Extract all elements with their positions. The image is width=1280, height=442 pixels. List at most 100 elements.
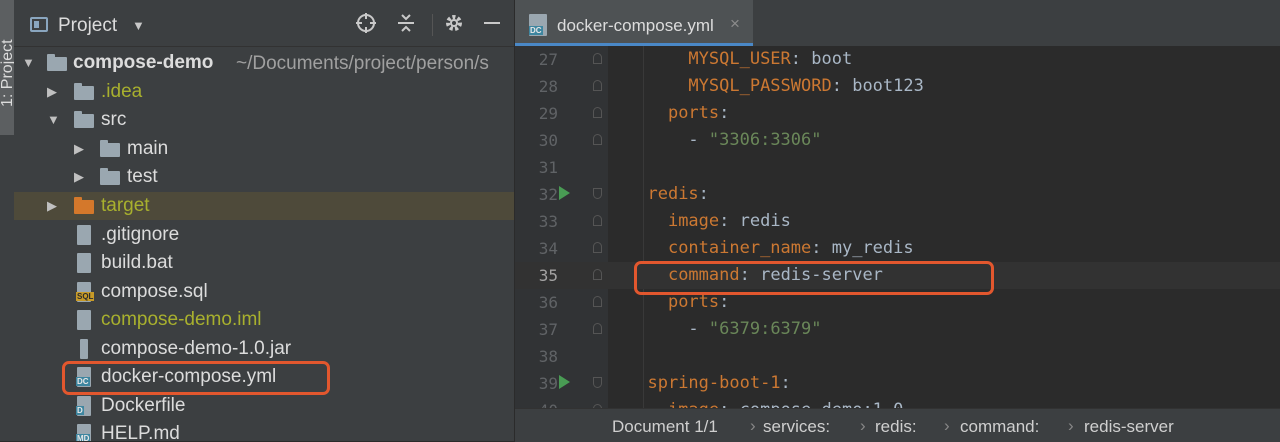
tree-item-compose-sql[interactable]: SQL compose.sql — [14, 278, 514, 306]
code-line[interactable]: 28 MYSQL_PASSWORD: boot123 — [515, 73, 1280, 100]
project-panel: Project ▼ ▼ compose-demo ~/Documents/pro… — [14, 0, 514, 441]
editor-tab-bar: DC docker-compose.yml × — [515, 0, 1280, 47]
collapse-all-icon[interactable] — [394, 12, 418, 36]
code-line[interactable]: 29 ports: — [515, 100, 1280, 127]
tree-item-target[interactable]: ▶ target — [14, 192, 514, 220]
line-number: 33 — [538, 212, 558, 231]
folder-icon — [74, 83, 94, 100]
tree-item-build-bat[interactable]: build.bat — [14, 249, 514, 277]
code-line[interactable]: 39 spring-boot-1: — [515, 370, 1280, 397]
sql-file-icon: SQL — [76, 282, 95, 302]
project-tool-window-tab[interactable]: 1: Project — [0, 0, 16, 135]
fold-marker-icon[interactable] — [593, 377, 602, 388]
yaml-colon: : — [719, 211, 740, 231]
code-text: - "6379:6379" — [627, 319, 821, 339]
file-type-tag: MD — [76, 434, 91, 441]
tree-item-label: .gitignore — [101, 224, 180, 245]
fold-marker-icon[interactable] — [593, 53, 602, 64]
tree-item-test[interactable]: ▶ test — [14, 163, 514, 191]
tree-item-help-md[interactable]: MD HELP.md — [14, 420, 514, 441]
fold-marker-icon[interactable] — [593, 296, 602, 307]
code-line[interactable]: 30 - "3306:3306" — [515, 127, 1280, 154]
expand-arrow-icon[interactable]: ▶ — [74, 141, 84, 157]
tree-item-idea[interactable]: ▶ .idea — [14, 78, 514, 106]
line-number: 29 — [538, 104, 558, 123]
project-view-selector[interactable]: Project — [58, 15, 117, 37]
fold-marker-icon[interactable] — [593, 323, 602, 334]
close-icon[interactable]: × — [730, 14, 740, 34]
chevron-down-icon[interactable]: ▼ — [132, 18, 145, 33]
tree-item-label: target — [101, 195, 150, 216]
code-line[interactable]: 31 — [515, 154, 1280, 181]
tree-item-dockerfile[interactable]: D Dockerfile — [14, 392, 514, 420]
fold-marker-icon[interactable] — [593, 134, 602, 145]
expand-arrow-icon[interactable]: ▼ — [47, 112, 60, 128]
expand-arrow-icon[interactable]: ▶ — [47, 198, 57, 214]
line-number: 35 — [538, 266, 558, 285]
line-number: 32 — [538, 185, 558, 204]
code-text: MYSQL_USER: boot — [627, 49, 852, 69]
code-text: - "3306:3306" — [627, 130, 821, 150]
tree-item-label: compose.sql — [101, 281, 208, 302]
fold-marker-icon[interactable] — [593, 269, 602, 280]
gear-icon[interactable] — [442, 12, 466, 36]
project-panel-header: Project ▼ — [14, 0, 514, 47]
fold-marker-icon[interactable] — [593, 107, 602, 118]
yaml-key: ports — [667, 292, 720, 312]
expand-arrow-icon[interactable]: ▼ — [22, 55, 35, 71]
module-folder-icon — [47, 54, 67, 71]
breadcrumb-command[interactable]: command: — [960, 417, 1039, 437]
tree-item-main[interactable]: ▶ main — [14, 135, 514, 163]
expand-arrow-icon[interactable]: ▶ — [74, 169, 84, 185]
code-line[interactable]: 32 redis: — [515, 181, 1280, 208]
code-line[interactable]: 37 - "6379:6379" — [515, 316, 1280, 343]
fold-marker-icon[interactable] — [593, 215, 602, 226]
code-text: ports: — [627, 103, 729, 123]
yaml-colon: : — [811, 238, 832, 258]
tree-item-src[interactable]: ▼ src — [14, 106, 514, 134]
yaml-colon: : — [719, 292, 730, 312]
fold-marker-icon[interactable] — [593, 242, 602, 253]
chevron-right-icon: › — [1068, 416, 1074, 435]
toolbar-separator — [432, 14, 433, 36]
line-number: 36 — [538, 293, 558, 312]
minimize-icon[interactable] — [480, 12, 504, 36]
line-number: 27 — [538, 50, 558, 69]
yaml-colon: : — [719, 103, 730, 123]
line-number: 37 — [538, 320, 558, 339]
fold-marker-icon[interactable] — [593, 80, 602, 91]
file-type-tag: DC — [529, 26, 543, 35]
jar-file-icon — [80, 339, 88, 359]
yaml-colon: : — [780, 373, 791, 393]
code-line[interactable]: 33 image: redis — [515, 208, 1280, 235]
breadcrumb-redis[interactable]: redis: — [875, 417, 917, 437]
tree-item-compose-demo-iml[interactable]: compose-demo.iml — [14, 306, 514, 334]
tab-docker-compose[interactable]: DC docker-compose.yml × — [515, 0, 753, 46]
expand-arrow-icon[interactable]: ▶ — [47, 84, 57, 100]
breadcrumb-services[interactable]: services: — [763, 417, 830, 437]
crosshair-icon[interactable] — [354, 12, 378, 36]
run-service-icon[interactable] — [559, 375, 570, 389]
chevron-right-icon: › — [944, 416, 950, 435]
breadcrumb-value[interactable]: redis-server — [1084, 417, 1174, 437]
tree-item-gitignore[interactable]: .gitignore — [14, 221, 514, 249]
gitignore-file-icon — [77, 225, 91, 245]
highlight-box-docker-compose — [62, 361, 330, 395]
yaml-key: redis — [647, 184, 699, 204]
tool-window-strip: 1: Project — [0, 0, 16, 441]
line-number: 39 — [538, 374, 558, 393]
project-path: ~/Documents/project/person/s — [236, 53, 489, 74]
yaml-colon: : — [698, 184, 709, 204]
code-line[interactable]: 27 MYSQL_USER: boot — [515, 46, 1280, 73]
code-line[interactable]: 38 — [515, 343, 1280, 370]
yaml-colon: : — [790, 49, 812, 69]
code-line[interactable]: 34 container_name: my_redis — [515, 235, 1280, 262]
tree-item-jar[interactable]: compose-demo-1.0.jar — [14, 335, 514, 363]
breadcrumb-document[interactable]: Document 1/1 — [612, 417, 718, 437]
fold-marker-icon[interactable] — [593, 188, 602, 199]
yaml-value: boot — [811, 49, 853, 69]
run-service-icon[interactable] — [559, 186, 570, 200]
tree-item-compose-demo[interactable]: ▼ compose-demo ~/Documents/project/perso… — [14, 49, 514, 77]
